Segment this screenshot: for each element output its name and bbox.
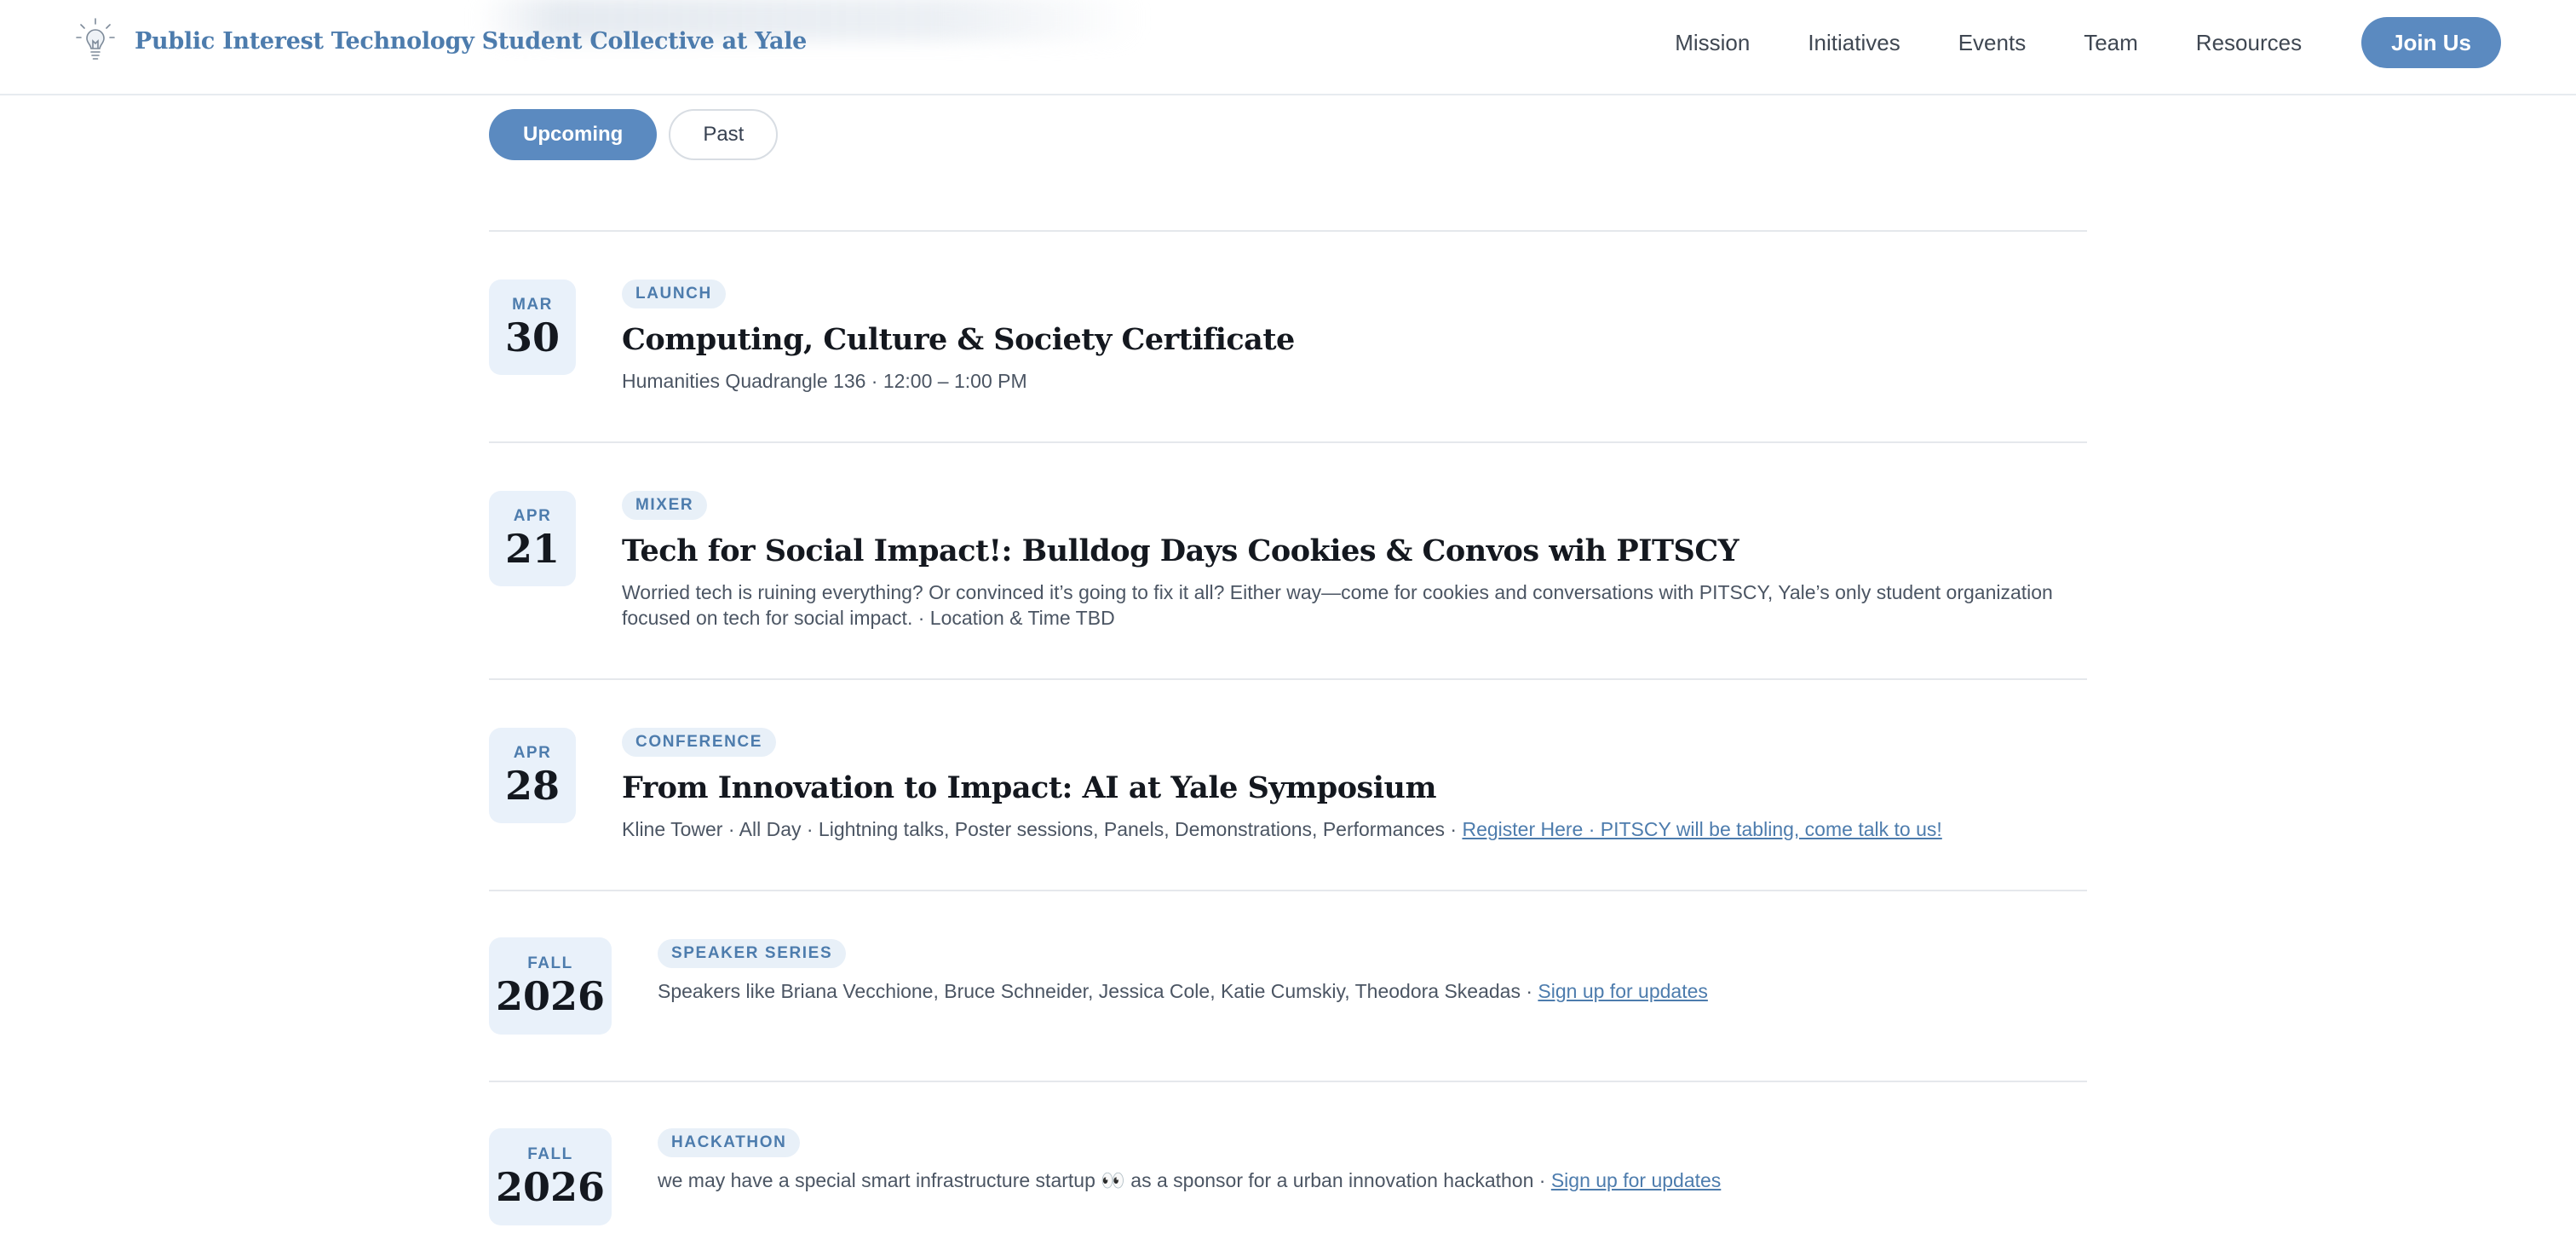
tab-past[interactable]: Past xyxy=(669,109,779,160)
events-list: MAR 30 LAUNCH Computing, Culture & Socie… xyxy=(489,230,2087,1251)
event-description-text: Speakers like Briana Vecchione, Bruce Sc… xyxy=(658,980,1538,1002)
join-us-button[interactable]: Join Us xyxy=(2361,17,2501,68)
event-title[interactable]: From Innovation to Impact: AI at Yale Sy… xyxy=(622,770,2087,806)
event-description: Kline Tower · All Day · Lightning talks,… xyxy=(622,816,2087,842)
event-description: Speakers like Briana Vecchione, Bruce Sc… xyxy=(658,978,2087,1004)
event-date-month: FALL xyxy=(527,954,573,972)
event-date-day: 2026 xyxy=(495,973,606,1019)
nav-team[interactable]: Team xyxy=(2084,30,2138,56)
event-tag: HACKATHON xyxy=(658,1128,801,1157)
event-date-month: MAR xyxy=(512,296,553,314)
brand-name: Public Interest Technology Student Colle… xyxy=(135,27,808,55)
nav-initiatives[interactable]: Initiatives xyxy=(1808,30,1900,56)
event-date-day: 28 xyxy=(504,763,560,809)
event-date-day: 2026 xyxy=(495,1164,606,1210)
event-content: HACKATHON we may have a special smart in… xyxy=(658,1128,2087,1193)
event-item: MAR 30 LAUNCH Computing, Culture & Socie… xyxy=(489,230,2087,441)
event-content: LAUNCH Computing, Culture & Society Cert… xyxy=(622,280,2087,394)
event-content: MIXER Tech for Social Impact!: Bulldog D… xyxy=(622,491,2087,631)
event-date-day: 30 xyxy=(504,314,560,360)
event-date-badge: FALL 2026 xyxy=(489,1128,612,1225)
event-description: we may have a special smart infrastructu… xyxy=(658,1167,2087,1193)
event-content: SPEAKER SERIES Speakers like Briana Vecc… xyxy=(658,939,2087,1004)
sign-up-link[interactable]: Sign up for updates xyxy=(1538,980,1707,1002)
lightbulb-icon xyxy=(75,17,116,65)
event-description-text: we may have a special smart infrastructu… xyxy=(658,1169,1551,1191)
event-date-badge: MAR 30 xyxy=(489,280,576,375)
register-link[interactable]: Register Here · PITSCY will be tabling, … xyxy=(1462,818,1941,840)
event-title[interactable]: Computing, Culture & Society Certificate xyxy=(622,322,2087,358)
event-content: CONFERENCE From Innovation to Impact: AI… xyxy=(622,728,2087,842)
nav-resources[interactable]: Resources xyxy=(2196,30,2302,56)
event-date-badge: APR 28 xyxy=(489,728,576,823)
event-tag: SPEAKER SERIES xyxy=(658,939,847,968)
main-nav: Mission Initiatives Events Team Resource… xyxy=(1617,17,2501,68)
event-date-month: FALL xyxy=(527,1145,573,1163)
event-date-month: APR xyxy=(513,744,552,762)
event-filter-tabs: Upcoming Past xyxy=(489,109,790,160)
site-header: Public Interest Technology Student Colle… xyxy=(0,0,2576,95)
event-date-day: 21 xyxy=(504,526,560,572)
event-tag: LAUNCH xyxy=(622,280,726,308)
nav-mission[interactable]: Mission xyxy=(1675,30,1750,56)
event-description: Humanities Quadrangle 136 · 12:00 – 1:00… xyxy=(622,370,1027,392)
event-tag: MIXER xyxy=(622,491,708,520)
sign-up-link[interactable]: Sign up for updates xyxy=(1551,1169,1721,1191)
nav-events[interactable]: Events xyxy=(1958,30,2027,56)
event-description: Worried tech is ruining everything? Or c… xyxy=(622,581,2053,629)
event-item: APR 28 CONFERENCE From Innovation to Imp… xyxy=(489,678,2087,890)
event-item: FALL 2026 SPEAKER SERIES Speakers like B… xyxy=(489,890,2087,1081)
tab-upcoming[interactable]: Upcoming xyxy=(489,109,658,160)
brand[interactable]: Public Interest Technology Student Colle… xyxy=(75,17,807,65)
event-description-text: Kline Tower · All Day · Lightning talks,… xyxy=(622,818,1463,840)
event-title[interactable]: Tech for Social Impact!: Bulldog Days Co… xyxy=(622,533,2087,569)
event-date-badge: FALL 2026 xyxy=(489,937,612,1035)
event-item: FALL 2026 HACKATHON we may have a specia… xyxy=(489,1081,2087,1251)
event-item: APR 21 MIXER Tech for Social Impact!: Bu… xyxy=(489,441,2087,678)
event-date-month: APR xyxy=(513,507,552,525)
event-tag: CONFERENCE xyxy=(622,728,777,757)
event-date-badge: APR 21 xyxy=(489,491,576,586)
